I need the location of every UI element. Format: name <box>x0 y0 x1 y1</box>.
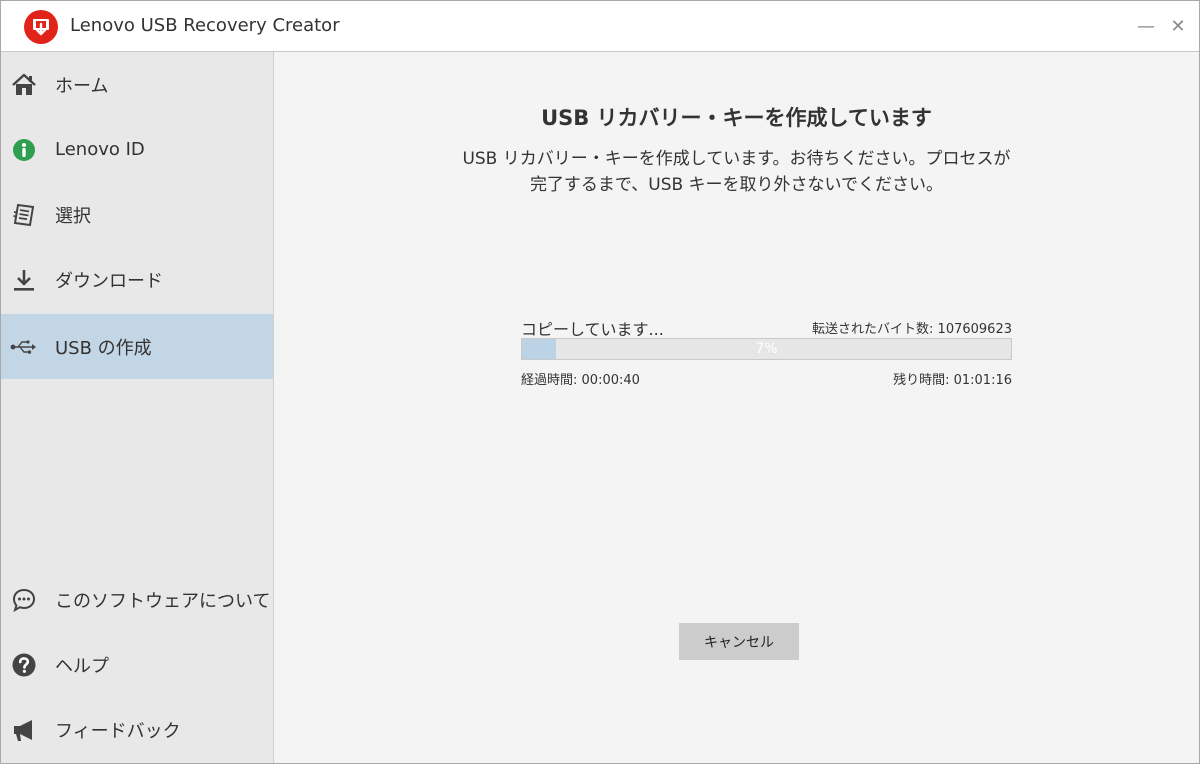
sidebar-item-select[interactable]: 選択 <box>1 182 273 247</box>
sidebar-item-label: Lenovo ID <box>55 139 145 160</box>
home-icon <box>10 71 38 99</box>
download-icon <box>10 266 38 294</box>
select-document-icon <box>10 201 38 229</box>
remaining-time: 残り時間: 01:01:16 <box>794 369 1012 388</box>
sidebar-item-label: ホーム <box>55 75 109 97</box>
page-title: USB リカバリー・キーを作成しています <box>541 106 932 130</box>
close-button[interactable]: ✕ <box>1163 11 1193 41</box>
cancel-button[interactable]: キャンセル <box>679 623 799 660</box>
bytes-label: 転送されたバイト数: <box>812 322 934 337</box>
elapsed-time: 経過時間: 00:00:40 <box>521 369 640 388</box>
sidebar-item-lenovo-id[interactable]: Lenovo ID <box>1 117 273 182</box>
progress-bar: 7% <box>521 338 1012 360</box>
help-icon <box>10 651 38 679</box>
minimize-button[interactable]: — <box>1131 11 1161 41</box>
sidebar-item-label: フィードバック <box>55 720 181 742</box>
sidebar-item-usb-create[interactable]: USB の作成 <box>1 314 273 379</box>
title-bar: Lenovo USB Recovery Creator — ✕ <box>1 1 1199 52</box>
lenovo-id-icon <box>10 136 38 164</box>
app-logo-icon <box>24 10 58 44</box>
sidebar-item-feedback[interactable]: フィードバック <box>1 697 273 762</box>
remaining-label: 残り時間: <box>893 373 950 388</box>
page-description: USB リカバリー・キーを作成しています。お待ちください。プロセスが完了するまで… <box>462 149 1011 195</box>
close-icon: ✕ <box>1170 15 1186 37</box>
chat-bubble-icon <box>10 586 38 614</box>
elapsed-value: 00:00:40 <box>581 373 640 388</box>
sidebar-item-help[interactable]: ヘルプ <box>1 632 273 697</box>
sidebar-item-download[interactable]: ダウンロード <box>1 247 273 312</box>
sidebar-item-label: ダウンロード <box>55 270 163 292</box>
sidebar-item-label: ヘルプ <box>55 655 109 677</box>
main-panel: USB リカバリー・キーを作成しています USB リカバリー・キーを作成していま… <box>274 52 1199 763</box>
sidebar-item-home[interactable]: ホーム <box>1 52 273 117</box>
copy-status: コピーしています... <box>521 320 664 339</box>
sidebar: ホーム Lenovo ID 選択 ダウンロード USB の作成 このソフトウェア… <box>1 52 274 763</box>
megaphone-icon <box>10 716 38 744</box>
progress-percent: 7% <box>755 341 778 357</box>
bytes-value: 107609623 <box>937 322 1012 337</box>
sidebar-item-about[interactable]: このソフトウェアについて <box>1 567 273 632</box>
elapsed-label: 経過時間: <box>521 373 578 388</box>
usb-icon <box>10 333 38 361</box>
window-title: Lenovo USB Recovery Creator <box>70 15 340 36</box>
remaining-value: 01:01:16 <box>953 373 1012 388</box>
bytes-transferred: 転送されたバイト数: 107609623 <box>754 318 1012 337</box>
minimize-icon: — <box>1137 15 1155 37</box>
sidebar-item-label: 選択 <box>55 205 91 227</box>
sidebar-item-label: このソフトウェアについて <box>55 590 271 612</box>
app-window: Lenovo USB Recovery Creator — ✕ ホーム Leno… <box>0 0 1200 764</box>
sidebar-item-label: USB の作成 <box>55 337 152 359</box>
